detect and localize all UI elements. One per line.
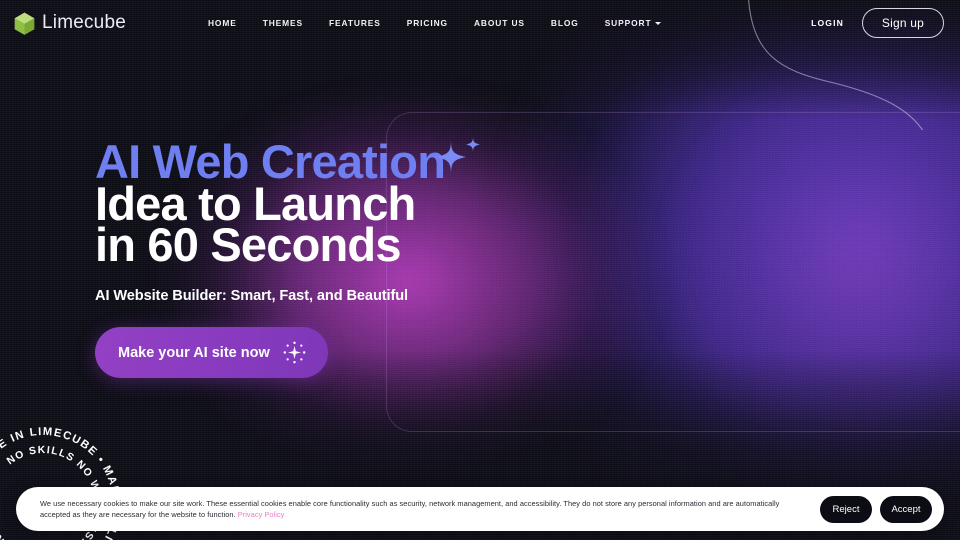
hero-subtitle: AI Website Builder: Smart, Fast, and Bea… [95,288,408,304]
cookie-message: We use necessary cookies to make our sit… [40,498,820,521]
nav-label: FEATURES [329,18,381,28]
main-navigation: HOME THEMES FEATURES PRICING ABOUT US BL… [208,18,662,28]
hero-section: AI Web Creation Idea to Launch in 60 Sec… [95,135,446,378]
make-ai-site-button[interactable]: Make your AI site now [95,327,328,378]
nav-label: BLOG [550,18,579,28]
nav-label: SUPPORT [604,18,652,28]
cookie-actions: Reject Accept [820,495,932,523]
chevron-down-icon [655,21,662,25]
privacy-policy-link[interactable]: Privacy Policy [238,510,285,519]
brand-logo[interactable]: Limecube [14,12,126,35]
headline-line-1: AI Web Creation [95,135,446,188]
nav-item-features[interactable]: FEATURES [329,18,381,28]
nav-item-pricing[interactable]: PRICING [407,18,448,28]
site-header: Limecube HOME THEMES FEATURES PRICING AB… [0,0,960,46]
cta-label: Make your AI site now [118,344,270,361]
cookie-message-text: We use necessary cookies to make our sit… [40,498,780,520]
accept-cookies-button[interactable]: Accept [880,495,932,523]
nav-item-themes[interactable]: THEMES [263,18,303,28]
nav-item-about-us[interactable]: ABOUT US [474,18,525,28]
nav-label: PRICING [406,18,448,28]
header-actions: LOGIN Sign up [811,8,944,38]
four-point-star-sparkle-icon [436,136,480,176]
signup-button[interactable]: Sign up [861,8,944,38]
cookie-consent-banner: We use necessary cookies to make our sit… [16,487,944,531]
page-root: Limecube HOME THEMES FEATURES PRICING AB… [0,0,960,540]
limecube-cube-icon [14,12,35,35]
nav-item-support[interactable]: SUPPORT [605,18,662,28]
reject-cookies-button[interactable]: Reject [820,495,872,523]
headline-line-3: in 60 Seconds [95,218,401,271]
login-link[interactable]: LOGIN [811,18,844,28]
nav-item-home[interactable]: HOME [208,18,237,28]
sparkle-burst-icon [283,341,306,364]
nav-item-blog[interactable]: BLOG [551,18,579,28]
nav-label: ABOUT US [473,18,525,28]
nav-label: HOME [207,18,237,28]
nav-label: THEMES [262,18,304,28]
brand-name: Limecube [42,12,126,33]
